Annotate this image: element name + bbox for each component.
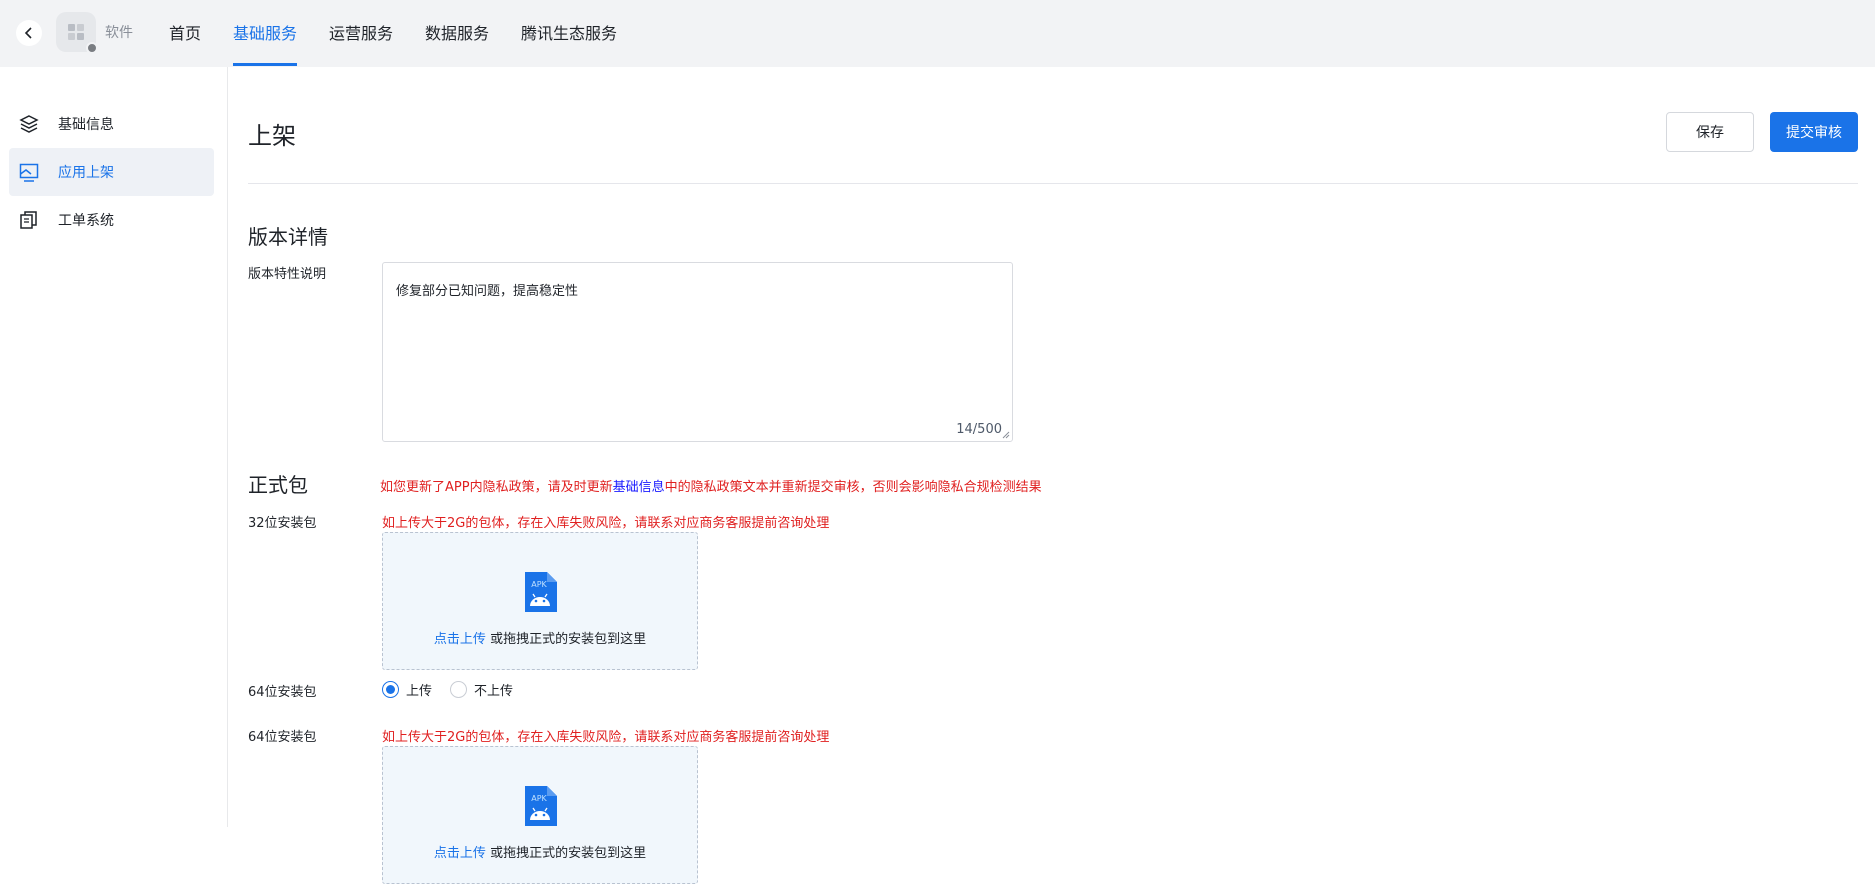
page-title: 上架: [248, 122, 296, 150]
radio-circle: [450, 681, 468, 698]
release-notes-textarea[interactable]: 修复部分已知问题，提高稳定性 14/500: [382, 262, 1013, 442]
radio-label: 上传: [406, 684, 433, 699]
pkg32-label: 32位安装包: [248, 516, 317, 531]
tab-operation-services[interactable]: 运营服务: [329, 20, 393, 44]
basic-info-link[interactable]: 基础信息: [613, 480, 665, 495]
official-package-title: 正式包: [248, 473, 308, 497]
pkg64-label: 64位安装包: [248, 730, 317, 745]
active-tab-indicator: [233, 63, 297, 66]
character-counter: 14/500: [956, 422, 1002, 437]
upload-64bit-dropzone[interactable]: APK 点击上传 或拖拽正式的安装包到这里: [382, 746, 698, 884]
tab-tencent-ecosystem[interactable]: 腾讯生态服务: [521, 20, 617, 44]
apk-file-icon: APK: [525, 786, 557, 826]
sidebar-item-label: 工单系统: [58, 213, 114, 229]
top-bar: 软件 首页 基础服务 运营服务 数据服务 腾讯生态服务: [0, 0, 1875, 67]
upload-hint-text: 或拖拽正式的安装包到这里: [485, 632, 647, 647]
upload-hint: 点击上传 或拖拽正式的安装包到这里: [383, 628, 697, 647]
version-details-title: 版本详情: [248, 225, 328, 249]
sidebar-item-label: 应用上架: [58, 165, 114, 181]
apk-icon-label: APK: [531, 794, 547, 803]
sidebar-item-label: 基础信息: [58, 117, 114, 133]
release-notes-label: 版本特性说明: [248, 267, 327, 282]
radio-circle: [382, 681, 399, 698]
size-warning: 如上传大于2G的包体，存在入库失败风险，请联系对应商务客服提前咨询处理: [382, 730, 830, 745]
sidebar: 基础信息 应用上架 工单系统: [0, 67, 228, 827]
apk-icon-label: APK: [531, 580, 547, 589]
save-button[interactable]: 保存: [1666, 112, 1754, 152]
tab-home[interactable]: 首页: [169, 20, 201, 44]
upload-hint-text: 或拖拽正式的安装包到这里: [485, 846, 647, 861]
sidebar-item-basic-info[interactable]: 基础信息: [9, 100, 214, 148]
pkg64-radio-group: 上传 不上传: [382, 680, 531, 699]
notice-text: 如您更新了APP内隐私政策，请及时更新: [380, 480, 613, 495]
sidebar-item-app-listing[interactable]: 应用上架: [9, 148, 214, 196]
notice-text: 中的隐私政策文本并重新提交审核，否则会影响隐私合规检测结果: [664, 480, 1042, 495]
chevron-left-icon: [23, 24, 35, 43]
radio-label: 不上传: [474, 684, 514, 699]
size-warning: 如上传大于2G的包体，存在入库失败风险，请联系对应商务客服提前咨询处理: [382, 516, 830, 531]
tab-basic-services[interactable]: 基础服务: [233, 20, 297, 44]
upload-32bit-dropzone[interactable]: APK 点击上传 或拖拽正式的安装包到这里: [382, 532, 698, 670]
click-upload-link[interactable]: 点击上传: [434, 846, 486, 861]
back-button[interactable]: [16, 20, 42, 46]
image-frame-icon: [18, 161, 40, 183]
grid-apps-icon: [68, 24, 84, 40]
sidebar-item-ticket-system[interactable]: 工单系统: [9, 196, 214, 244]
layers-icon: [18, 113, 40, 135]
radio-upload[interactable]: 上传: [382, 680, 432, 699]
release-notes-value: 修复部分已知问题，提高稳定性: [396, 284, 579, 299]
privacy-policy-notice: 如您更新了APP内隐私政策，请及时更新基础信息中的隐私政策文本并重新提交审核，否…: [380, 476, 1042, 495]
pkg64-toggle-label: 64位安装包: [248, 685, 317, 700]
app-icon: [56, 12, 98, 54]
upload-hint: 点击上传 或拖拽正式的安装包到这里: [383, 842, 697, 861]
submit-review-button[interactable]: 提交审核: [1770, 112, 1858, 152]
status-dot: [86, 42, 98, 54]
radio-no-upload[interactable]: 不上传: [450, 680, 513, 699]
app-name: 软件: [105, 25, 133, 41]
apk-file-icon: APK: [525, 572, 557, 612]
documents-icon: [18, 209, 40, 231]
click-upload-link[interactable]: 点击上传: [434, 632, 486, 647]
header-divider: [248, 183, 1858, 184]
resize-grip-icon[interactable]: [1002, 431, 1010, 439]
tab-data-services[interactable]: 数据服务: [425, 20, 489, 44]
